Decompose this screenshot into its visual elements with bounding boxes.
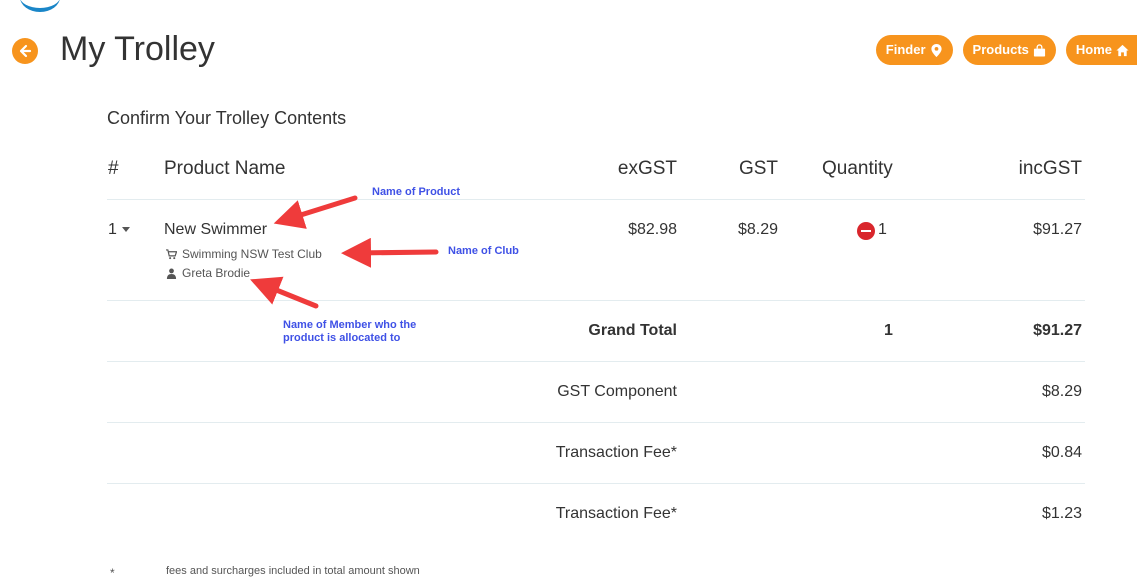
annotation-club: Name of Club: [448, 245, 519, 257]
column-header-product: Product Name: [164, 158, 286, 179]
divider: [107, 422, 1085, 423]
section-title: Confirm Your Trolley Contents: [107, 108, 347, 128]
annotation-product: Name of Product: [372, 186, 461, 198]
divider: [107, 199, 1085, 200]
member-line: Greta Brodie: [166, 266, 250, 280]
page-title: My Trolley: [60, 30, 215, 68]
arrow-to-club: [341, 237, 439, 268]
finder-button-label: Finder: [885, 42, 926, 57]
gst-component-label: GST Component: [557, 383, 677, 400]
arrow-to-product: [273, 195, 358, 229]
column-header-index: #: [108, 158, 119, 179]
row-toggle[interactable]: 1: [108, 221, 130, 239]
shopping-bag-icon: [1033, 43, 1045, 57]
arrow-left-icon: [19, 44, 32, 58]
grand-total-amount: $91.27: [1033, 322, 1082, 339]
annotation-member-line1: Name of Member who the: [283, 319, 417, 331]
column-header-gst: GST: [738, 158, 778, 179]
home-icon: [1116, 44, 1129, 56]
member-name: Greta Brodie: [182, 266, 251, 280]
products-button-label: Products: [972, 42, 1029, 57]
row-index: 1: [108, 221, 117, 238]
transaction-fee-label: Transaction Fee*: [555, 444, 677, 461]
club-name: Swimming NSW Test Club: [182, 247, 322, 261]
transaction-fee-amount: $0.84: [1041, 444, 1082, 461]
map-marker-icon: [930, 43, 942, 57]
item-exgst: $82.98: [628, 221, 677, 238]
column-header-exgst: exGST: [617, 158, 677, 179]
club-line: Swimming NSW Test Club: [166, 247, 322, 261]
item-gst: $8.29: [737, 221, 778, 238]
item-quantity: 1: [878, 221, 887, 238]
item-incgst: $91.27: [1033, 221, 1082, 238]
shopping-cart-icon: [166, 248, 177, 259]
transaction-fee-amount: $1.23: [1041, 505, 1082, 522]
user-icon: [166, 268, 177, 279]
products-button[interactable]: Products: [962, 35, 1056, 65]
home-button[interactable]: Home: [1065, 35, 1137, 65]
product-name: New Swimmer: [164, 221, 268, 238]
logo-arc: [20, 0, 60, 12]
caret-down-icon: [121, 227, 130, 233]
transaction-fee-label: Transaction Fee*: [555, 505, 677, 522]
annotation-member-line2: product is allocated to: [283, 332, 401, 344]
gst-component-amount: $8.29: [1041, 383, 1082, 400]
annotation-arrows: [250, 195, 439, 309]
remove-item-icon[interactable]: [857, 222, 875, 240]
back-button[interactable]: [12, 38, 38, 64]
footnote-symbol: *: [110, 566, 115, 580]
divider: [107, 361, 1085, 362]
divider: [107, 300, 1085, 301]
footnote-text: fees and surcharges included in total am…: [166, 565, 420, 577]
column-header-incgst: incGST: [1018, 158, 1082, 179]
grand-total-quantity: 1: [884, 322, 893, 339]
nav-buttons: Finder Products Home: [875, 35, 1137, 65]
arrow-to-member: [250, 276, 319, 309]
grand-total-label: Grand Total: [588, 322, 677, 339]
divider: [107, 483, 1085, 484]
home-button-label: Home: [1075, 42, 1112, 57]
column-header-quantity: Quantity: [822, 158, 893, 179]
finder-button[interactable]: Finder: [875, 35, 953, 65]
